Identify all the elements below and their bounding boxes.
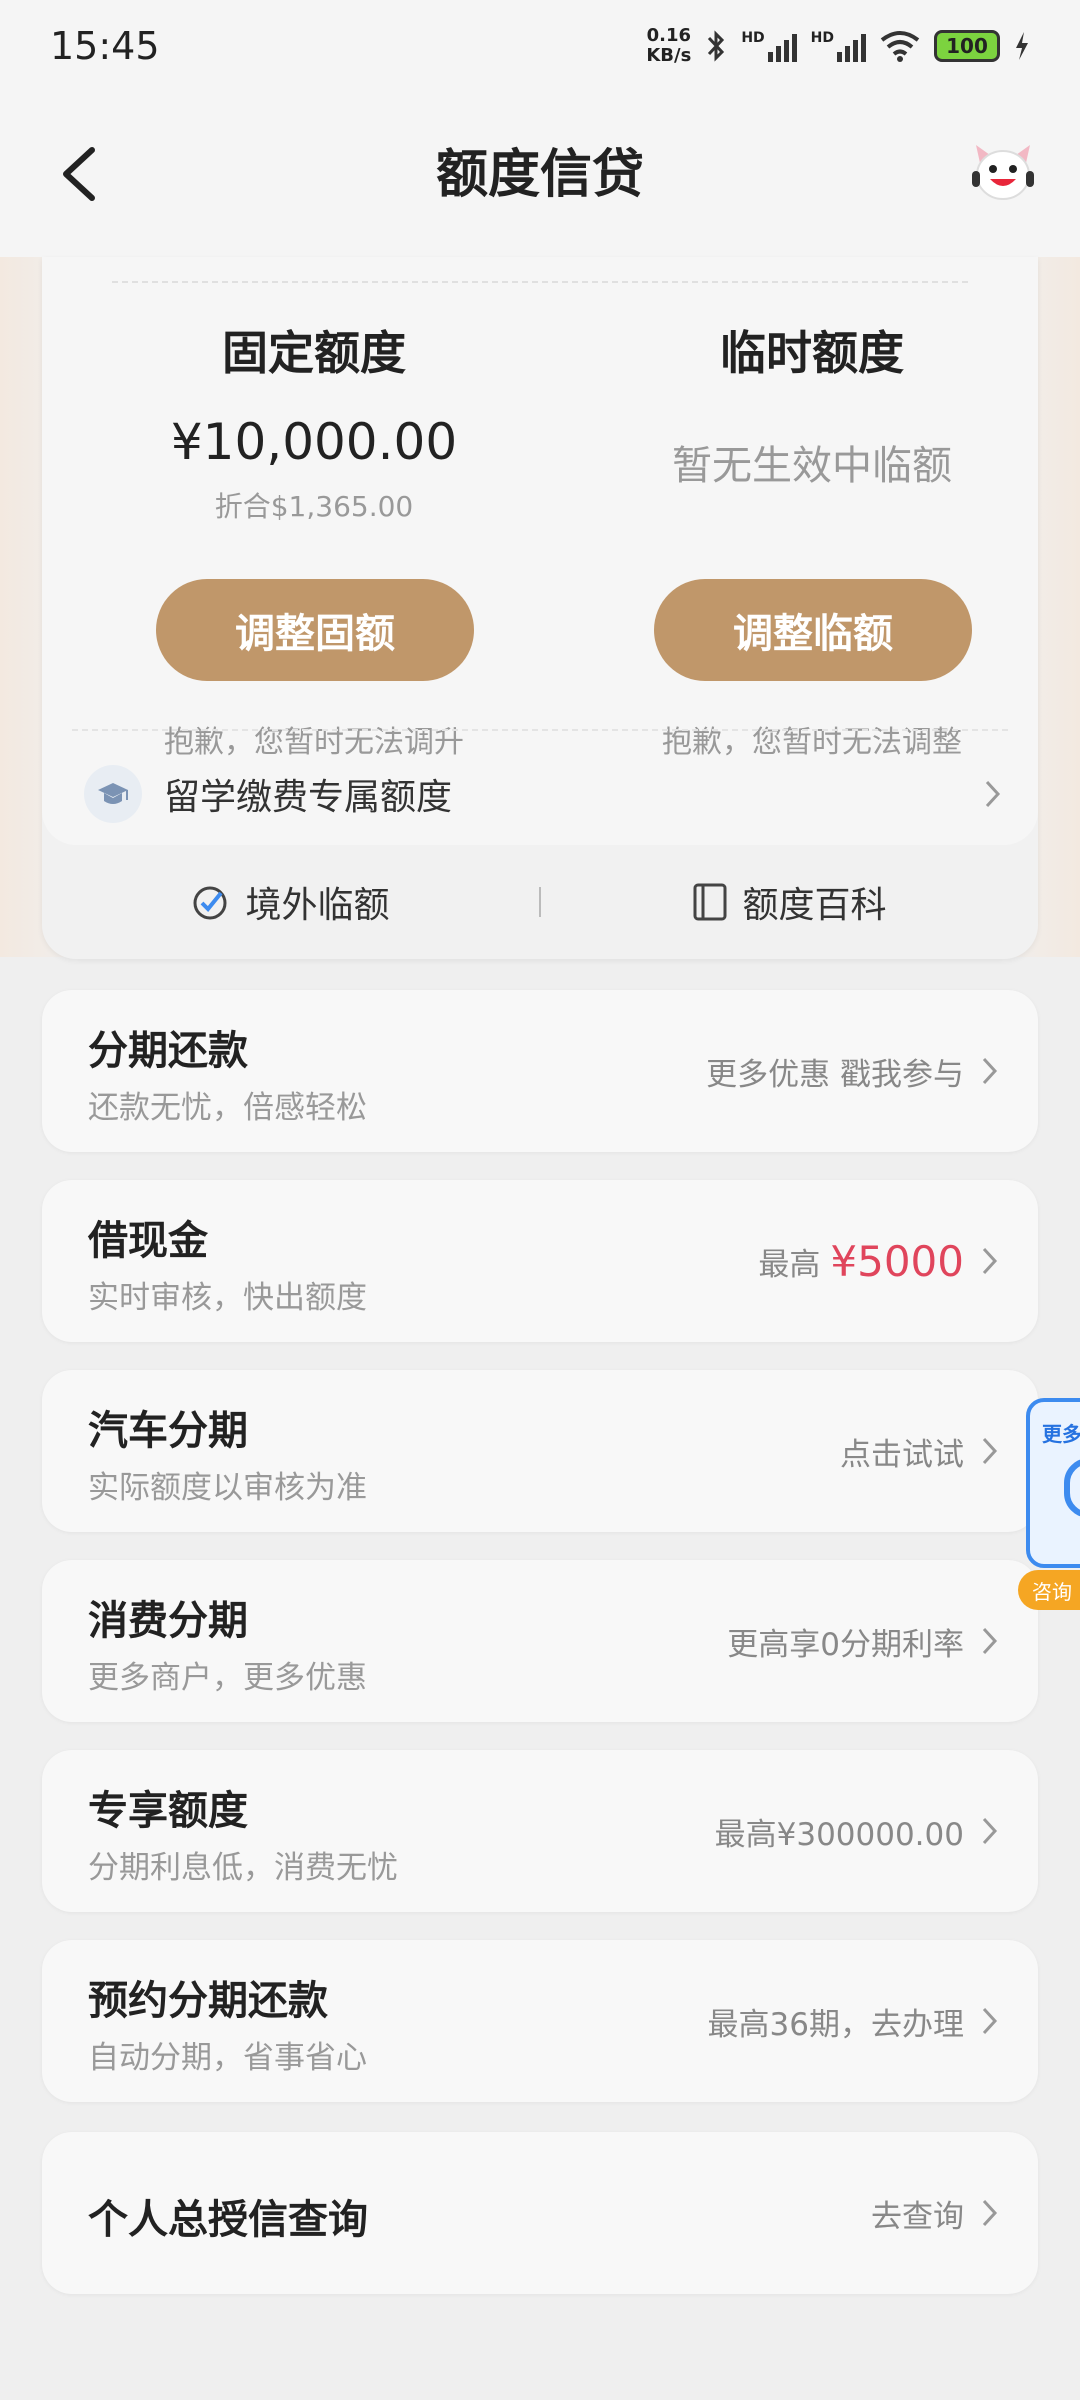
installment-repayment-row[interactable]: 分期还款 还款无忧，倍感轻松 更多优惠 戳我参与 <box>42 990 1038 1152</box>
customer-service-mascot-icon[interactable] <box>966 137 1040 211</box>
scheduled-installment-row[interactable]: 预约分期还款 自动分期，省事省心 最高36期，去办理 <box>42 1940 1038 2102</box>
widget-more-label: 更多 <box>1042 1422 1080 1446</box>
adjust-temporary-quota-button[interactable]: 调整临额 <box>654 579 972 681</box>
temporary-quota-note: 抱歉，您暂时无法调整 <box>662 725 962 760</box>
row-title: 预约分期还款 <box>88 1978 328 2024</box>
max-cash-amount: ¥5000 <box>830 1236 964 1286</box>
overseas-temp-quota-label: 境外临额 <box>245 885 390 926</box>
signal-icon: HD <box>811 30 866 62</box>
fixed-quota-title: 固定额度 <box>222 326 406 380</box>
max-label: 最高 <box>758 1246 821 1283</box>
study-abroad-quota-label: 留学缴费专属额度 <box>164 777 453 818</box>
row-action-text: 最高¥300000.00 <box>714 1816 964 1853</box>
battery-icon: 100 <box>934 30 1000 62</box>
row-action-text: 去查询 <box>871 2198 964 2235</box>
row-title: 借现金 <box>88 1218 208 1264</box>
chevron-right-icon <box>982 1247 998 1275</box>
study-abroad-quota-row[interactable]: 留学缴费专属额度 <box>84 759 1004 829</box>
overseas-quota-icon <box>193 886 227 920</box>
fixed-quota-amount: ¥10,000.00 <box>170 413 458 471</box>
temporary-quota-title: 临时额度 <box>720 326 904 380</box>
fixed-quota-converted: 折合$1,365.00 <box>214 490 414 523</box>
row-title: 消费分期 <box>88 1598 248 1644</box>
row-subtitle: 更多商户，更多优惠 <box>88 1660 367 1696</box>
temporary-quota-status: 暂无生效中临额 <box>672 443 952 489</box>
quota-links: 境外临额 额度百科 <box>42 845 1038 959</box>
chevron-right-icon <box>985 780 1001 808</box>
charging-icon <box>1016 32 1028 60</box>
chevron-right-icon <box>982 1057 998 1085</box>
net-speed-unit: KB/s <box>646 45 692 66</box>
fixed-quota-section: 固定额度 ¥10,000.00 折合$1,365.00 调整固额 抱歉，您暂时无… <box>124 317 504 760</box>
chevron-right-icon <box>982 2007 998 2035</box>
row-action-text: 点击试试 <box>840 1436 964 1473</box>
floating-consult-widget[interactable]: 更多 咨询 <box>1018 1398 1080 1616</box>
divider <box>112 281 968 283</box>
row-action-text: 更多优惠 戳我参与 <box>706 1056 964 1093</box>
chevron-right-icon <box>982 1437 998 1465</box>
row-action-text: 最高 ¥5000 <box>758 1180 964 1342</box>
signal-hd-label: HD <box>741 30 765 46</box>
status-icons: 0.16 KB/s HD HD 100 <box>646 26 1030 66</box>
row-subtitle: 实际额度以审核为准 <box>88 1470 367 1506</box>
consult-tag: 咨询 <box>1018 1570 1080 1610</box>
nav-header: 额度信贷 <box>0 92 1080 257</box>
temporary-quota-section: 临时额度 暂无生效中临额 调整临额 抱歉，您暂时无法调整 <box>622 317 1002 760</box>
chevron-right-icon <box>982 1627 998 1655</box>
page-title: 额度信贷 <box>435 145 644 205</box>
chat-bubble-icon <box>1064 1458 1080 1518</box>
adjust-fixed-quota-button[interactable]: 调整固额 <box>156 579 474 681</box>
fixed-quota-note: 抱歉，您暂时无法调升 <box>164 725 464 760</box>
book-icon <box>693 883 727 921</box>
car-installment-row[interactable]: 汽车分期 实际额度以审核为准 点击试试 <box>42 1370 1038 1532</box>
row-title: 专享额度 <box>88 1788 248 1834</box>
row-title: 汽车分期 <box>88 1408 248 1454</box>
borrow-cash-row[interactable]: 借现金 实时审核，快出额度 最高 ¥5000 <box>42 1180 1038 1342</box>
quota-encyclopedia-link[interactable]: 额度百科 <box>541 876 1038 928</box>
row-subtitle: 自动分期，省事省心 <box>88 2040 367 2076</box>
row-action-text: 最高36期，去办理 <box>707 2006 964 2043</box>
wifi-icon <box>880 31 920 62</box>
net-speed-value: 0.16 <box>646 25 692 46</box>
chevron-right-icon <box>982 1817 998 1845</box>
graduation-cap-icon <box>84 765 142 823</box>
consult-widget-panel: 更多 <box>1026 1398 1080 1568</box>
quota-card: 固定额度 ¥10,000.00 折合$1,365.00 调整固额 抱歉，您暂时无… <box>42 257 1038 959</box>
exclusive-quota-row[interactable]: 专享额度 分期利息低，消费无忧 最高¥300000.00 <box>42 1750 1038 1912</box>
signal-hd-label: HD <box>810 30 834 46</box>
row-title: 分期还款 <box>88 1028 248 1074</box>
status-time: 15:45 <box>50 24 160 68</box>
status-bar: 15:45 0.16 KB/s HD HD 100 <box>0 0 1080 92</box>
row-subtitle: 分期利息低，消费无忧 <box>88 1850 398 1886</box>
consumer-installment-row[interactable]: 消费分期 更多商户，更多优惠 更高享0分期利率 <box>42 1560 1038 1722</box>
row-subtitle: 还款无忧，倍感轻松 <box>88 1090 367 1126</box>
chevron-right-icon <box>982 2199 998 2227</box>
quota-card-main: 固定额度 ¥10,000.00 折合$1,365.00 调整固额 抱歉，您暂时无… <box>42 257 1038 845</box>
overseas-temp-quota-link[interactable]: 境外临额 <box>42 876 539 928</box>
signal-icon: HD <box>741 30 797 62</box>
quota-encyclopedia-label: 额度百科 <box>742 885 887 926</box>
row-action-text: 更高享0分期利率 <box>727 1626 964 1663</box>
credit-inquiry-row[interactable]: 个人总授信查询 去查询 <box>42 2132 1038 2294</box>
divider <box>72 729 1008 731</box>
net-speed: 0.16 KB/s <box>646 26 691 66</box>
row-subtitle: 实时审核，快出额度 <box>88 1280 367 1316</box>
bluetooth-icon <box>708 30 725 62</box>
row-title: 个人总授信查询 <box>88 2197 368 2243</box>
